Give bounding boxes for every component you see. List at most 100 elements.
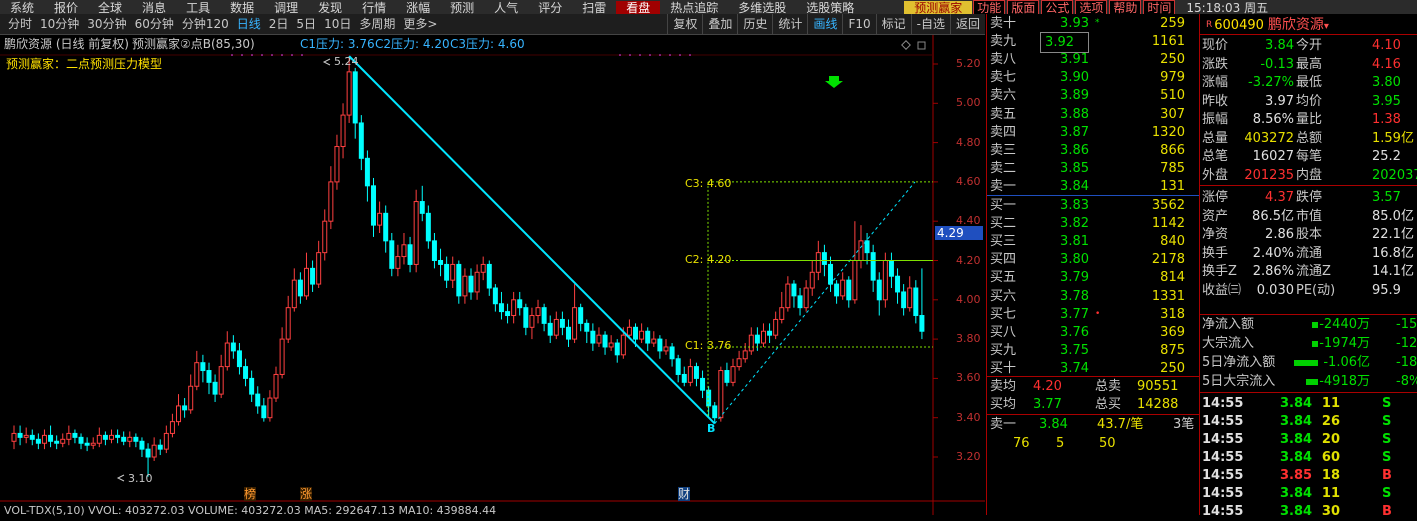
- chart-tool-button[interactable]: 标记: [875, 14, 911, 34]
- period-tab[interactable]: 5日: [292, 14, 320, 34]
- quote-label: 量比: [1296, 112, 1323, 127]
- menu-right-button[interactable]: 帮助: [1109, 0, 1142, 14]
- orderbook-row[interactable]: 买三 3.81 840: [987, 232, 1199, 251]
- period-tab[interactable]: 10日: [320, 14, 355, 34]
- quote-row: 昨收 3.97 均价 3.95: [1200, 92, 1417, 111]
- quote-label: 换手: [1202, 245, 1229, 261]
- orderbook-row[interactable]: 卖九 3.92 1161: [987, 32, 1199, 54]
- marker-bang[interactable]: 榜: [244, 487, 257, 501]
- orderbook-row[interactable]: 卖一 3.84 131: [987, 177, 1199, 196]
- chart-tool-button[interactable]: 复权: [667, 14, 702, 34]
- panel-divider: [1200, 392, 1417, 393]
- menu-item[interactable]: 预测: [440, 1, 484, 14]
- orderbook-row[interactable]: 买四 3.80 2178: [987, 250, 1199, 269]
- menu-item[interactable]: 涨幅: [396, 1, 440, 14]
- chart-tool-button[interactable]: 返回: [949, 14, 985, 34]
- period-tab[interactable]: 分时: [4, 14, 36, 34]
- chart-tool-button[interactable]: -自选: [910, 14, 950, 34]
- menu-item[interactable]: 行情: [352, 1, 396, 14]
- chart-tool-button[interactable]: 叠加: [702, 14, 737, 34]
- clock-text: 15:18:03 周五: [1186, 1, 1269, 14]
- candle-body: [48, 434, 54, 442]
- tick-row: 14:55 3.84 11 S: [1200, 395, 1417, 413]
- orderbook-row[interactable]: 卖四 3.87 1320: [987, 123, 1199, 142]
- candle-body: [742, 350, 748, 360]
- period-tab[interactable]: 多周期: [355, 14, 399, 34]
- fund-flow-bar: [1294, 360, 1318, 366]
- predict-winner-button[interactable]: 预测赢家: [904, 1, 973, 14]
- orderbook-row[interactable]: 买六 3.78 1331: [987, 287, 1199, 306]
- menu-item[interactable]: 选股策略: [796, 1, 864, 14]
- orderbook-row[interactable]: 卖七 3.90 979: [987, 68, 1199, 87]
- orderbook-row[interactable]: 买五 3.79 814: [987, 268, 1199, 287]
- period-tab[interactable]: 分钟120: [178, 14, 233, 34]
- orderbook-row[interactable]: 卖三 3.86 866: [987, 141, 1199, 160]
- tick-flag: B: [1382, 504, 1392, 519]
- period-tab[interactable]: 30分钟: [83, 14, 130, 34]
- tick-row: 14:55 3.84 11 S: [1200, 485, 1417, 503]
- chart-tool-button[interactable]: 历史: [737, 14, 772, 34]
- orderbook-row[interactable]: 买九 3.75 875: [987, 341, 1199, 360]
- candle-body: [919, 315, 925, 332]
- tick-time: 14:55: [1202, 504, 1244, 519]
- marker-cai[interactable]: 财: [678, 487, 691, 501]
- orderbook-row[interactable]: 买七 3.77 • 318: [987, 305, 1199, 324]
- low-arrow-icon: [116, 474, 125, 482]
- tick-row: 14:55 3.85 18 B: [1200, 467, 1417, 485]
- orderbook-row[interactable]: 买二 3.82 1142: [987, 214, 1199, 233]
- orderbook-label: 买七: [990, 306, 1017, 322]
- candle-body: [145, 448, 151, 458]
- orderbook-row[interactable]: 卖六 3.89 510: [987, 86, 1199, 105]
- marker-zhang[interactable]: 涨: [300, 487, 313, 501]
- menu-right-button[interactable]: 选项: [1075, 0, 1108, 14]
- orderbook-row[interactable]: 卖十 3.93 * 259: [987, 14, 1199, 33]
- chart-tool-button[interactable]: 统计: [772, 14, 807, 34]
- quote-value: 16.8亿: [1372, 245, 1414, 261]
- period-tab[interactable]: 日线: [233, 14, 265, 34]
- menu-right-button[interactable]: 时间: [1143, 0, 1176, 14]
- menu-item[interactable]: 调理: [264, 1, 308, 14]
- menu-item[interactable]: 消息: [132, 1, 176, 14]
- menu-item[interactable]: 发现: [308, 1, 352, 14]
- menu-item[interactable]: 全球: [88, 1, 132, 14]
- signal-dot: [271, 54, 273, 56]
- menu-item[interactable]: 评分: [528, 1, 572, 14]
- candle-body: [267, 397, 273, 419]
- period-tab[interactable]: 10分钟: [36, 14, 83, 34]
- volume-indicator-line: VOL-TDX(5,10) VVOL: 403272.03 VOLUME: 40…: [4, 504, 497, 517]
- candle-body: [828, 263, 834, 285]
- period-tab[interactable]: 60分钟: [131, 14, 178, 34]
- candle-body: [614, 342, 620, 356]
- menu-item[interactable]: 热点追踪: [660, 1, 728, 14]
- candle-body: [261, 405, 267, 419]
- orderbook-label: 买一: [990, 198, 1017, 213]
- orderbook-row[interactable]: 卖八 3.91 250: [987, 50, 1199, 69]
- orderbook-row[interactable]: 买一 3.83 3562: [987, 196, 1199, 215]
- orderbook-row[interactable]: 卖五 3.88 307: [987, 105, 1199, 124]
- chart-tool-button[interactable]: 画线: [807, 14, 842, 34]
- menu-item[interactable]: 工具: [176, 1, 220, 14]
- current-price-tag: 4.29: [935, 226, 983, 240]
- orderbook-price: 3.93: [1060, 16, 1089, 31]
- queue-count: 3笔: [1173, 417, 1195, 432]
- menu-right-button[interactable]: 功能: [973, 0, 1006, 14]
- candle-body: [236, 350, 242, 368]
- orderbook-row[interactable]: 买八 3.76 369: [987, 323, 1199, 342]
- orderbook-row[interactable]: 卖二 3.85 785: [987, 159, 1199, 178]
- menu-item[interactable]: 扫雷: [572, 1, 616, 14]
- menu-item[interactable]: 多维选股: [728, 1, 796, 14]
- menu-item[interactable]: 系统: [0, 1, 44, 14]
- menu-item[interactable]: 数据: [220, 1, 264, 14]
- kline-chart[interactable]: 鹏欣资源 (日线 前复权) 预测赢家②点B(85,30) C1压力: 3.76 …: [0, 35, 985, 517]
- period-tab[interactable]: 2日: [265, 14, 293, 34]
- menu-item[interactable]: 人气: [484, 1, 528, 14]
- orderbook-price: 3.88: [1060, 106, 1089, 122]
- menu-right-button[interactable]: 版面: [1007, 0, 1040, 14]
- indicator-name[interactable]: 预测赢家②点B(85,30): [132, 37, 255, 51]
- dropdown-icon[interactable]: ▾: [1324, 21, 1329, 32]
- menu-item[interactable]: 报价: [44, 1, 88, 14]
- menu-item[interactable]: 看盘: [616, 1, 661, 14]
- period-tab[interactable]: 更多>: [399, 14, 441, 34]
- chart-tool-button[interactable]: F10: [842, 14, 875, 34]
- menu-right-button[interactable]: 公式: [1041, 0, 1074, 14]
